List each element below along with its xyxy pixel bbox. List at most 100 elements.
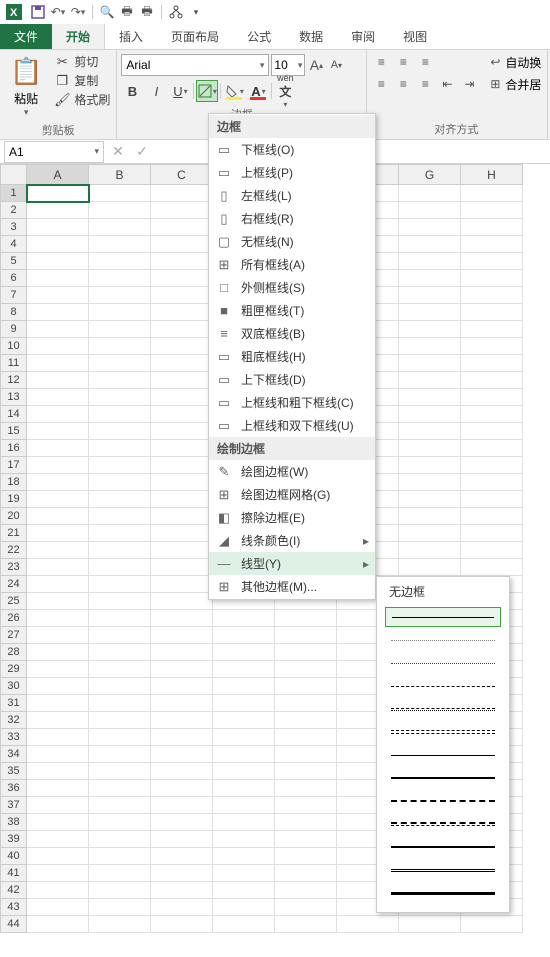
cell-H18[interactable] xyxy=(461,474,523,491)
cell-A29[interactable] xyxy=(27,661,89,678)
cell-D30[interactable] xyxy=(213,678,275,695)
row-header-21[interactable]: 21 xyxy=(1,525,27,542)
cell-C44[interactable] xyxy=(151,916,213,933)
cell-H2[interactable] xyxy=(461,202,523,219)
col-header-C[interactable]: C xyxy=(151,165,213,185)
cell-B34[interactable] xyxy=(89,746,151,763)
cell-D44[interactable] xyxy=(213,916,275,933)
cancel-icon[interactable]: ✕ xyxy=(106,142,130,162)
cell-A41[interactable] xyxy=(27,865,89,882)
line-style-10[interactable] xyxy=(385,837,501,857)
cell-B25[interactable] xyxy=(89,593,151,610)
row-header-33[interactable]: 33 xyxy=(1,729,27,746)
line-style-7[interactable] xyxy=(385,768,501,788)
cell-G3[interactable] xyxy=(399,219,461,236)
cell-C4[interactable] xyxy=(151,236,213,253)
border-option-0[interactable]: ▭下框线(O) xyxy=(209,138,375,161)
row-header-35[interactable]: 35 xyxy=(1,763,27,780)
cell-B5[interactable] xyxy=(89,253,151,270)
row-header-18[interactable]: 18 xyxy=(1,474,27,491)
decrease-font-icon[interactable]: A▾ xyxy=(327,56,345,74)
name-box[interactable]: A1▾ xyxy=(4,141,104,163)
cell-E34[interactable] xyxy=(275,746,337,763)
cell-B10[interactable] xyxy=(89,338,151,355)
row-header-32[interactable]: 32 xyxy=(1,712,27,729)
row-header-14[interactable]: 14 xyxy=(1,406,27,423)
format-painter-button[interactable]: 🖌格式刷 xyxy=(52,90,112,109)
cell-A18[interactable] xyxy=(27,474,89,491)
cell-C16[interactable] xyxy=(151,440,213,457)
cell-C13[interactable] xyxy=(151,389,213,406)
line-style-1[interactable] xyxy=(385,630,501,650)
cell-B2[interactable] xyxy=(89,202,151,219)
row-header-36[interactable]: 36 xyxy=(1,780,27,797)
cell-E37[interactable] xyxy=(275,797,337,814)
cell-C2[interactable] xyxy=(151,202,213,219)
cell-B7[interactable] xyxy=(89,287,151,304)
cell-D29[interactable] xyxy=(213,661,275,678)
line-style-12[interactable] xyxy=(385,883,501,903)
cell-E32[interactable] xyxy=(275,712,337,729)
cell-G22[interactable] xyxy=(399,542,461,559)
cell-G15[interactable] xyxy=(399,423,461,440)
cell-A14[interactable] xyxy=(27,406,89,423)
cell-G2[interactable] xyxy=(399,202,461,219)
row-header-27[interactable]: 27 xyxy=(1,627,27,644)
cell-D40[interactable] xyxy=(213,848,275,865)
border-option-12[interactable]: ▭上框线和双下框线(U) xyxy=(209,414,375,437)
cell-D33[interactable] xyxy=(213,729,275,746)
cell-H7[interactable] xyxy=(461,287,523,304)
cell-B19[interactable] xyxy=(89,491,151,508)
cell-C21[interactable] xyxy=(151,525,213,542)
cell-A13[interactable] xyxy=(27,389,89,406)
tab-layout[interactable]: 页面布局 xyxy=(157,24,233,49)
cell-A24[interactable] xyxy=(27,576,89,593)
row-header-1[interactable]: 1 xyxy=(1,185,27,202)
border-option-1[interactable]: ▭上框线(P) xyxy=(209,161,375,184)
cell-A40[interactable] xyxy=(27,848,89,865)
cell-A1[interactable] xyxy=(27,185,89,202)
cell-C33[interactable] xyxy=(151,729,213,746)
cell-B29[interactable] xyxy=(89,661,151,678)
cell-G14[interactable] xyxy=(399,406,461,423)
cell-H23[interactable] xyxy=(461,559,523,576)
row-header-15[interactable]: 15 xyxy=(1,423,27,440)
enter-icon[interactable]: ✓ xyxy=(130,142,154,162)
cell-H20[interactable] xyxy=(461,508,523,525)
cell-H44[interactable] xyxy=(461,916,523,933)
copy-button[interactable]: ❐复制 xyxy=(52,71,112,90)
line-style-5[interactable] xyxy=(385,722,501,742)
draw-option-4[interactable]: —线型(Y)▸ xyxy=(209,552,375,575)
cell-C38[interactable] xyxy=(151,814,213,831)
underline-button[interactable]: U▾ xyxy=(169,80,191,102)
cell-D37[interactable] xyxy=(213,797,275,814)
row-header-20[interactable]: 20 xyxy=(1,508,27,525)
cell-B36[interactable] xyxy=(89,780,151,797)
cell-A17[interactable] xyxy=(27,457,89,474)
border-button[interactable]: ▾ xyxy=(196,80,218,102)
cell-H13[interactable] xyxy=(461,389,523,406)
cell-B39[interactable] xyxy=(89,831,151,848)
cell-F44[interactable] xyxy=(337,916,399,933)
cell-A43[interactable] xyxy=(27,899,89,916)
row-header-23[interactable]: 23 xyxy=(1,559,27,576)
cell-C12[interactable] xyxy=(151,372,213,389)
cell-A28[interactable] xyxy=(27,644,89,661)
cell-E36[interactable] xyxy=(275,780,337,797)
cell-C24[interactable] xyxy=(151,576,213,593)
save-icon[interactable] xyxy=(28,2,48,22)
cell-A22[interactable] xyxy=(27,542,89,559)
cell-B44[interactable] xyxy=(89,916,151,933)
increase-indent-icon[interactable]: ⇥ xyxy=(459,74,479,94)
cell-D34[interactable] xyxy=(213,746,275,763)
cell-D41[interactable] xyxy=(213,865,275,882)
cell-C23[interactable] xyxy=(151,559,213,576)
cell-D39[interactable] xyxy=(213,831,275,848)
cell-B1[interactable] xyxy=(89,185,151,202)
cell-H4[interactable] xyxy=(461,236,523,253)
cell-C7[interactable] xyxy=(151,287,213,304)
cell-A38[interactable] xyxy=(27,814,89,831)
cell-E41[interactable] xyxy=(275,865,337,882)
row-header-17[interactable]: 17 xyxy=(1,457,27,474)
row-header-7[interactable]: 7 xyxy=(1,287,27,304)
